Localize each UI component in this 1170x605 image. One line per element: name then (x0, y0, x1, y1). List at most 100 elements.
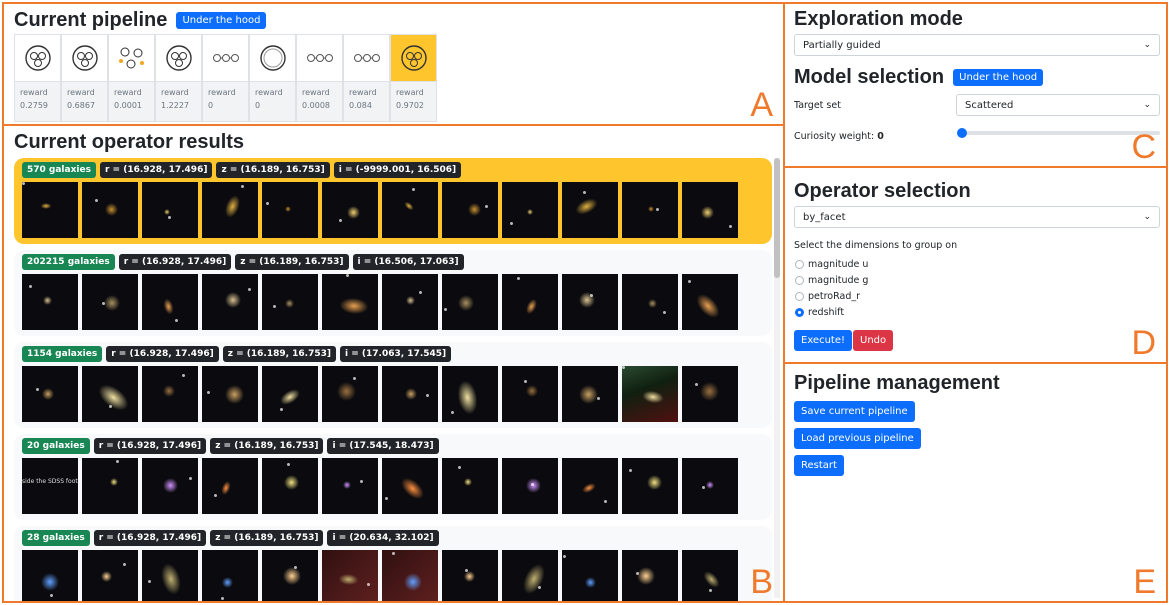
galaxy-thumbnail[interactable] (142, 458, 198, 514)
galaxy-thumbnail[interactable] (262, 182, 318, 238)
galaxy-thumbnail[interactable] (682, 274, 738, 330)
galaxy-thumbnail[interactable]: side the SDSS footprin (22, 458, 78, 514)
dimension-option[interactable]: magnitude u (795, 259, 868, 270)
galaxy-thumbnail[interactable] (562, 366, 618, 422)
galaxy-thumbnail[interactable] (562, 274, 618, 330)
galaxy-thumbnail[interactable] (442, 366, 498, 422)
galaxy-thumbnail[interactable] (442, 274, 498, 330)
galaxy-thumbnail[interactable] (202, 550, 258, 601)
galaxy-thumbnail[interactable] (142, 550, 198, 601)
galaxy-thumbnail[interactable] (442, 550, 498, 601)
reward-label: reward (255, 88, 283, 97)
radio-button[interactable] (795, 276, 804, 285)
galaxy-thumbnail[interactable] (682, 550, 738, 601)
galaxy-thumbnail[interactable] (682, 366, 738, 422)
galaxy-thumbnail[interactable] (382, 366, 438, 422)
galaxy-thumbnail[interactable] (22, 366, 78, 422)
restart-button[interactable]: Restart (794, 455, 844, 476)
result-group[interactable]: 202215 galaxies r = (16.928, 17.496] z = (… (14, 250, 772, 336)
galaxy-thumbnail[interactable] (142, 366, 198, 422)
results-scrollbar[interactable] (774, 158, 780, 598)
galaxy-thumbnail[interactable] (562, 182, 618, 238)
galaxy-thumbnail[interactable] (22, 550, 78, 601)
galaxy-thumbnail[interactable] (682, 182, 738, 238)
radio-button[interactable] (795, 260, 804, 269)
galaxy-count-badge: 28 galaxies (22, 530, 90, 546)
galaxy-thumbnail[interactable] (82, 182, 138, 238)
result-group[interactable]: 1154 galaxies r = (16.928, 17.496] z = (16… (14, 342, 772, 428)
galaxy-thumbnail[interactable] (562, 550, 618, 601)
galaxy-thumbnail[interactable] (382, 274, 438, 330)
galaxy-thumbnail[interactable] (262, 458, 318, 514)
operator-select[interactable]: by_facet ⌄ (794, 206, 1160, 228)
galaxy-thumbnail[interactable] (502, 366, 558, 422)
galaxy-thumbnail[interactable] (502, 182, 558, 238)
galaxy-thumbnail[interactable] (22, 274, 78, 330)
galaxy-thumbnail[interactable] (202, 274, 258, 330)
galaxy-thumbnail[interactable] (442, 458, 498, 514)
model-under-the-hood-button[interactable]: Under the hood (953, 69, 1044, 86)
curiosity-slider-thumb[interactable] (957, 128, 967, 138)
result-group[interactable]: 570 galaxies r = (16.928, 17.496] z = (16.… (14, 158, 772, 244)
result-group[interactable]: 28 galaxies r = (16.928, 17.496] z = (16.1… (14, 526, 772, 601)
save-pipeline-button[interactable]: Save current pipeline (794, 401, 915, 422)
dimension-label: magnitude u (808, 259, 869, 270)
galaxy-thumbnail[interactable] (142, 182, 198, 238)
pipeline-step[interactable]: reward 0 (202, 34, 249, 122)
pipeline-step[interactable]: reward 0.9702 (390, 34, 437, 122)
pipeline-step[interactable]: reward 0.6867 (61, 34, 108, 122)
radio-button[interactable] (795, 292, 804, 301)
galaxy-thumbnail[interactable] (82, 366, 138, 422)
galaxy-thumbnail[interactable] (322, 274, 378, 330)
pipeline-step[interactable]: reward 0.0008 (296, 34, 343, 122)
galaxy-thumbnail[interactable] (262, 550, 318, 601)
galaxy-thumbnail[interactable] (82, 458, 138, 514)
galaxy-thumbnail[interactable] (262, 366, 318, 422)
pipeline-step[interactable]: reward 0.084 (343, 34, 390, 122)
galaxy-thumbnail[interactable] (322, 550, 378, 601)
galaxy-thumbnail[interactable] (562, 458, 618, 514)
result-group[interactable]: 20 galaxies r = (16.928, 17.496] z = (16.1… (14, 434, 772, 520)
galaxy-thumbnail[interactable] (502, 550, 558, 601)
pipeline-under-the-hood-button[interactable]: Under the hood (176, 12, 267, 29)
pipeline-step[interactable]: reward 1.2227 (155, 34, 202, 122)
galaxy-thumbnail[interactable] (322, 366, 378, 422)
galaxy-thumbnail[interactable] (382, 458, 438, 514)
radio-button[interactable] (795, 308, 804, 317)
galaxy-thumbnail[interactable] (622, 182, 678, 238)
pipeline-step[interactable]: reward 0.2759 (14, 34, 61, 122)
galaxy-thumbnail[interactable] (682, 458, 738, 514)
dimension-option[interactable]: redshift (795, 307, 844, 318)
galaxy-thumbnail[interactable] (322, 458, 378, 514)
galaxy-thumbnail[interactable] (142, 274, 198, 330)
galaxy-thumbnail[interactable] (82, 550, 138, 601)
galaxy-thumbnail[interactable] (82, 274, 138, 330)
galaxy-thumbnail[interactable] (622, 274, 678, 330)
load-pipeline-button[interactable]: Load previous pipeline (794, 428, 921, 449)
galaxy-thumbnail[interactable] (622, 366, 678, 422)
galaxy-thumbnail[interactable] (502, 274, 558, 330)
galaxy-thumbnail[interactable] (622, 550, 678, 601)
galaxy-thumbnail[interactable] (262, 274, 318, 330)
galaxy-thumbnail[interactable] (322, 182, 378, 238)
dimension-option[interactable]: magnitude g (795, 275, 868, 286)
galaxy-thumbnail[interactable] (22, 182, 78, 238)
galaxy-thumbnail[interactable] (202, 366, 258, 422)
galaxy-thumbnail[interactable] (202, 182, 258, 238)
r-range-badge: r = (16.928, 17.496] (106, 346, 219, 362)
scrollbar-knob[interactable] (774, 158, 780, 278)
target-set-select[interactable]: Scattered ⌄ (956, 94, 1160, 116)
exploration-mode-select[interactable]: Partially guided ⌄ (794, 34, 1160, 56)
galaxy-thumbnail[interactable] (442, 182, 498, 238)
undo-button[interactable]: Undo (853, 330, 894, 351)
galaxy-thumbnail[interactable] (622, 458, 678, 514)
pipeline-step[interactable]: reward 0.0001 (108, 34, 155, 122)
galaxy-thumbnail[interactable] (202, 458, 258, 514)
curiosity-slider[interactable] (960, 131, 1160, 135)
pipeline-step[interactable]: reward 0 (249, 34, 296, 122)
galaxy-thumbnail[interactable] (382, 182, 438, 238)
dimension-option[interactable]: petroRad_r (795, 291, 860, 302)
execute-button[interactable]: Execute! (794, 330, 852, 351)
galaxy-thumbnail[interactable] (382, 550, 438, 601)
galaxy-thumbnail[interactable] (502, 458, 558, 514)
